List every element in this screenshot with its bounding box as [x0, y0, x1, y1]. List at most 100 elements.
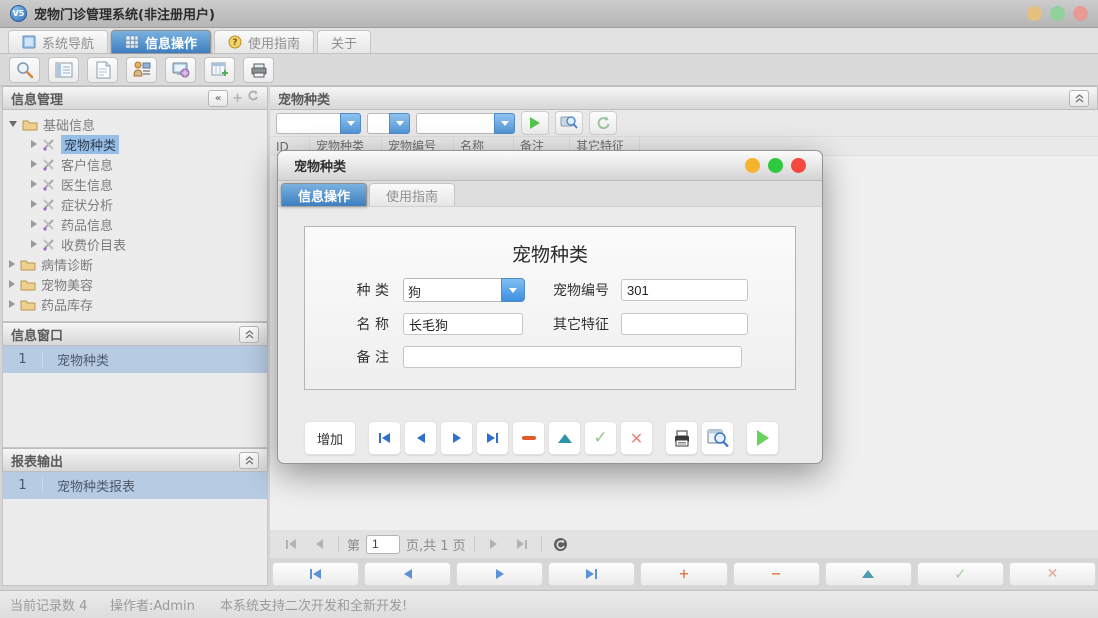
next-record-button[interactable]: [440, 421, 473, 455]
edit-record-button[interactable]: [825, 562, 912, 586]
pet-code-input[interactable]: [621, 279, 748, 301]
close-button[interactable]: [791, 158, 806, 173]
table-add-button[interactable]: [204, 57, 235, 83]
delete-record-button[interactable]: −: [733, 562, 820, 586]
form-view-button[interactable]: [48, 57, 79, 83]
name-input[interactable]: [403, 313, 523, 335]
minimize-button[interactable]: [1027, 6, 1042, 21]
dialog-tab-user-guide[interactable]: 使用指南: [369, 183, 455, 206]
collapse-sidebar-button[interactable]: «: [208, 90, 228, 107]
prev-record-button[interactable]: [364, 562, 451, 586]
refresh-icon: [595, 115, 611, 131]
tree-item-doctor-info[interactable]: 医生信息: [9, 174, 267, 194]
tree-item-symptom-analysis[interactable]: 症状分析: [9, 194, 267, 214]
collapse-panel-button[interactable]: [239, 326, 259, 343]
caret-right-icon[interactable]: [9, 300, 15, 308]
close-button[interactable]: [1073, 6, 1088, 21]
tab-user-guide[interactable]: ? 使用指南: [214, 30, 314, 53]
dropdown-button[interactable]: [494, 113, 515, 134]
minimize-button[interactable]: [745, 158, 760, 173]
info-window-row-pet-type[interactable]: 1 宠物种类: [3, 346, 267, 373]
delete-record-button[interactable]: [512, 421, 545, 455]
next-page-button[interactable]: [483, 534, 505, 554]
tab-about[interactable]: 关于: [317, 30, 371, 53]
tree-item-pet-beauty[interactable]: 宠物美容: [9, 274, 267, 294]
first-icon: [289, 539, 296, 549]
first-record-button[interactable]: [272, 562, 359, 586]
caret-right-icon[interactable]: [31, 200, 37, 208]
report-row-pet-type-report[interactable]: 1 宠物种类报表: [3, 472, 267, 499]
run-filter-button[interactable]: [521, 111, 549, 135]
caret-right-icon[interactable]: [31, 160, 37, 168]
tab-info-operation[interactable]: 信息操作: [111, 30, 211, 53]
dropdown-button[interactable]: [389, 113, 410, 134]
print-button[interactable]: [665, 421, 698, 455]
first-page-button[interactable]: [280, 534, 302, 554]
caret-right-icon[interactable]: [9, 280, 15, 288]
species-select[interactable]: 狗: [403, 278, 525, 302]
next-record-button[interactable]: [456, 562, 543, 586]
tree-item-pet-type[interactable]: 宠物种类: [9, 134, 267, 154]
tree-item-diagnosis[interactable]: 病情诊断: [9, 254, 267, 274]
cancel-record-button[interactable]: ✕: [1009, 562, 1096, 586]
tools-icon: [42, 158, 56, 171]
tree-item-base-info[interactable]: 基础信息: [9, 114, 267, 134]
caret-right-icon[interactable]: [31, 140, 37, 148]
refresh-icon: [553, 537, 568, 552]
tree-item-drug-info[interactable]: 药品信息: [9, 214, 267, 234]
save-record-button[interactable]: ✓: [917, 562, 1004, 586]
prev-record-button[interactable]: [404, 421, 437, 455]
feature-input[interactable]: [621, 313, 748, 335]
add-icon[interactable]: +: [232, 91, 243, 106]
print-button[interactable]: [243, 57, 274, 83]
remark-input[interactable]: [403, 346, 742, 368]
caret-right-icon[interactable]: [31, 220, 37, 228]
monitor-button[interactable]: [165, 57, 196, 83]
species-label: 种 类: [315, 280, 403, 300]
preview-icon: [707, 428, 729, 448]
edit-record-button[interactable]: [548, 421, 581, 455]
first-record-button[interactable]: [368, 421, 401, 455]
dialog-tab-info-operation[interactable]: 信息操作: [281, 183, 367, 206]
caret-right-icon[interactable]: [31, 240, 37, 248]
tab-system-navigation[interactable]: 系统导航: [8, 30, 108, 53]
app-window: V5 宠物门诊管理系统(非注册用户) 系统导航 信息操作 ? 使用指南: [0, 0, 1098, 618]
last-icon: [487, 433, 495, 443]
collapse-panel-button[interactable]: [239, 452, 259, 469]
maximize-button[interactable]: [768, 158, 783, 173]
caret-right-icon[interactable]: [9, 260, 15, 268]
dropdown-button[interactable]: [501, 278, 525, 302]
last-record-button[interactable]: [548, 562, 635, 586]
filter-field-select[interactable]: [276, 113, 361, 134]
caret-right-icon[interactable]: [31, 180, 37, 188]
refresh-page-button[interactable]: [550, 534, 572, 554]
search-button[interactable]: [9, 57, 40, 83]
document-button[interactable]: [87, 57, 118, 83]
user-report-button[interactable]: [126, 57, 157, 83]
preview-button[interactable]: [555, 111, 583, 135]
cancel-record-button[interactable]: ✕: [620, 421, 653, 455]
dropdown-button[interactable]: [340, 113, 361, 134]
collapse-main-button[interactable]: [1069, 90, 1089, 107]
tree-item-customer-info[interactable]: 客户信息: [9, 154, 267, 174]
save-record-button[interactable]: ✓: [584, 421, 617, 455]
tree-item-price-list[interactable]: 收费价目表: [9, 234, 267, 254]
form-icon: [54, 60, 74, 80]
caret-down-icon[interactable]: [9, 121, 17, 127]
add-record-button[interactable]: +: [640, 562, 727, 586]
main-tab-bar: 系统导航 信息操作 ? 使用指南 关于: [0, 28, 1098, 54]
refresh-icon[interactable]: [247, 90, 259, 106]
info-window-header: 信息窗口: [2, 322, 268, 346]
last-page-button[interactable]: [511, 534, 533, 554]
add-button[interactable]: 增加: [304, 421, 356, 455]
prev-page-button[interactable]: [308, 534, 330, 554]
print-preview-button[interactable]: [701, 421, 734, 455]
maximize-button[interactable]: [1050, 6, 1065, 21]
page-number-input[interactable]: [366, 535, 400, 554]
refresh-button[interactable]: [589, 111, 617, 135]
last-record-button[interactable]: [476, 421, 509, 455]
filter-value-select[interactable]: [416, 113, 515, 134]
run-button[interactable]: [746, 421, 779, 455]
tree-item-drug-stock[interactable]: 药品库存: [9, 294, 267, 314]
filter-operator-select[interactable]: [367, 113, 410, 134]
